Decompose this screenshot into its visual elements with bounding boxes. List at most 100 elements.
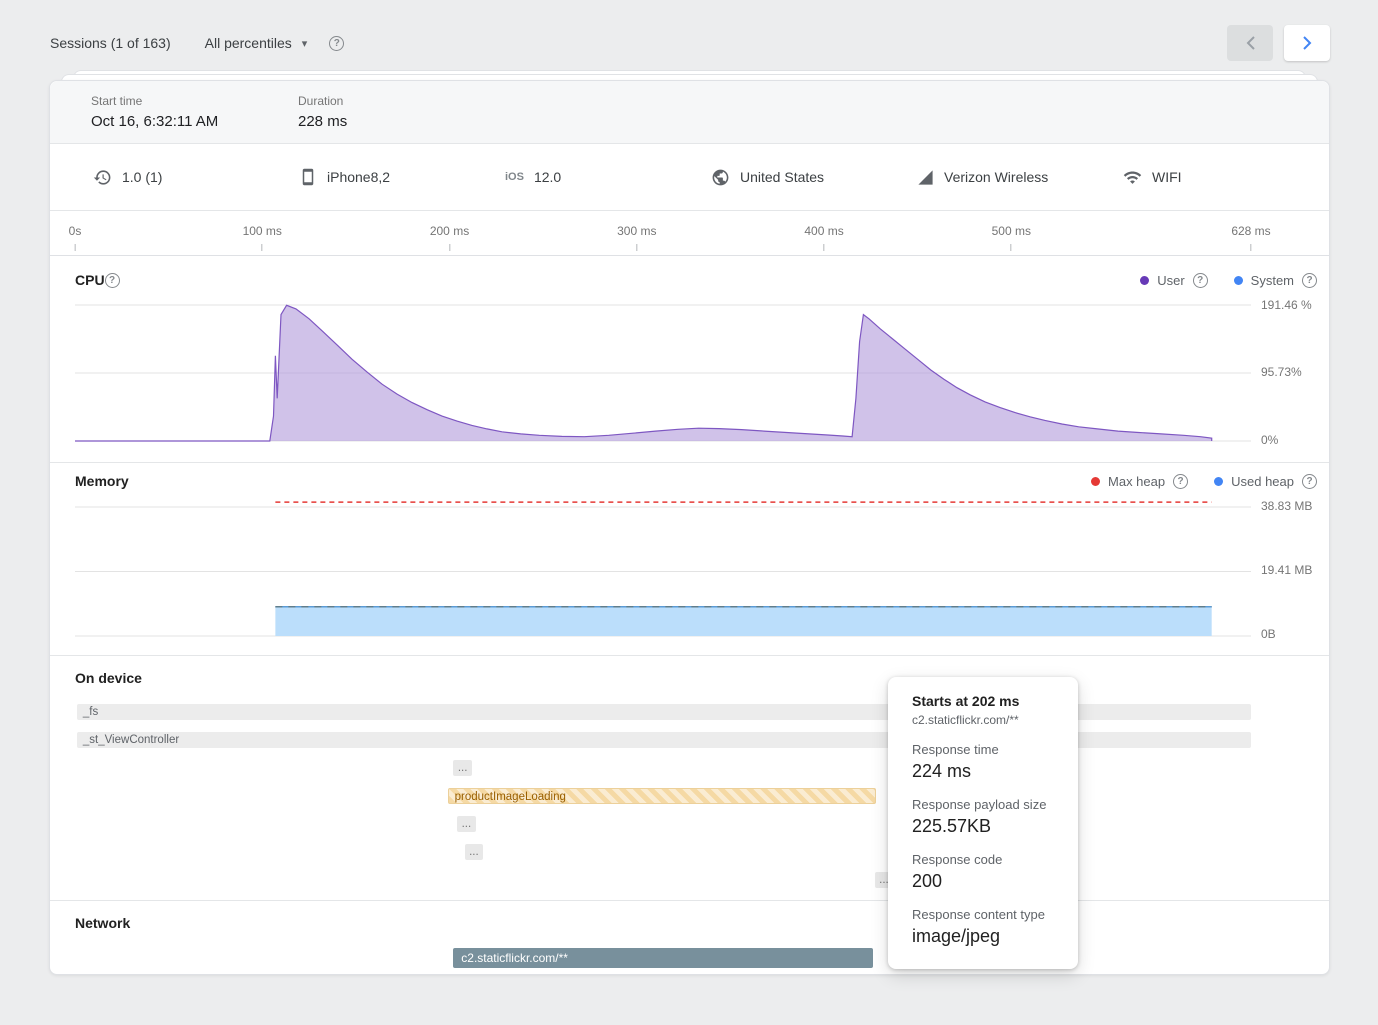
- cpu-section: CPU ? User ? System ? 191.46 % 95.73% 0%: [50, 256, 1329, 463]
- device-meta-row: 1.0 (1) iPhone8,2 iOS 12.0 United States…: [50, 144, 1329, 211]
- collapsed-span[interactable]: ...: [465, 844, 484, 860]
- tooltip-field-value: 225.57KB: [912, 816, 1054, 837]
- timeline-ruler: 0s 100 ms 200 ms 300 ms 400 ms 500 ms 62…: [50, 211, 1329, 256]
- network-title: Network: [75, 915, 130, 931]
- memory-chart-area: 38.83 MB 19.41 MB 0B: [75, 490, 1251, 638]
- memory-y-axis-label: 19.41 MB: [1261, 563, 1317, 579]
- tooltip-field-label: Response code: [912, 852, 1054, 867]
- network-request-bar[interactable]: c2.staticflickr.com/**: [453, 948, 872, 968]
- start-time-value: Oct 16, 6:32:11 AM: [91, 113, 298, 130]
- tooltip-field-label: Response content type: [912, 907, 1054, 922]
- device-label: iPhone8,2: [327, 169, 390, 185]
- cpu-chart[interactable]: [75, 300, 1251, 443]
- legend-item-user: User ?: [1140, 273, 1207, 288]
- memory-section-head: Memory Max heap ? Used heap ?: [50, 463, 1329, 489]
- timeline-tick: 200 ms: [430, 224, 469, 251]
- timeline-tick: 100 ms: [243, 224, 282, 251]
- legend-item-used-heap: Used heap ?: [1214, 474, 1317, 489]
- app-version-label: 1.0 (1): [122, 169, 162, 185]
- collapsed-span[interactable]: ...: [457, 816, 476, 832]
- start-time-field: Start time Oct 16, 6:32:11 AM: [91, 94, 298, 143]
- legend-dot: [1234, 276, 1243, 285]
- sessions-count-label: Sessions (1 of 163): [50, 35, 171, 51]
- cellular-icon: [917, 169, 934, 186]
- timeline-track: 0s 100 ms 200 ms 300 ms 400 ms 500 ms 62…: [75, 211, 1251, 255]
- caret-down-icon: ▾: [302, 37, 308, 50]
- legend-item-system: System ?: [1234, 273, 1317, 288]
- start-time-label: Start time: [91, 94, 298, 108]
- os-icon: iOS: [505, 171, 524, 183]
- collapsed-span-label: ...: [458, 762, 468, 774]
- topbar: Sessions (1 of 163) All percentiles ▾ ?: [50, 23, 1330, 63]
- on-device-section: On device _fs _st_ViewController ... pro…: [50, 656, 1329, 901]
- help-icon[interactable]: ?: [1193, 273, 1208, 288]
- trace-bar-label: _fs: [83, 706, 98, 718]
- percentiles-dropdown[interactable]: All percentiles ▾: [205, 35, 308, 51]
- carrier-label: Verizon Wireless: [944, 169, 1048, 185]
- timeline-tick: 300 ms: [617, 224, 656, 251]
- globe-icon: [711, 168, 730, 187]
- legend-dot: [1140, 276, 1149, 285]
- help-icon[interactable]: ?: [1173, 474, 1188, 489]
- timeline-tick: 400 ms: [804, 224, 843, 251]
- session-nav: [1227, 25, 1330, 61]
- os-version-label: 12.0: [534, 169, 561, 185]
- legend-label: Max heap: [1108, 474, 1165, 489]
- legend-label: Used heap: [1231, 474, 1294, 489]
- session-card: Start time Oct 16, 6:32:11 AM Duration 2…: [49, 80, 1330, 975]
- cpu-section-head: CPU ? User ? System ?: [50, 256, 1329, 288]
- timeline-tick: 0s: [69, 224, 82, 251]
- device-icon: [299, 168, 317, 186]
- tooltip-title: Starts at 202 ms: [912, 693, 1054, 709]
- product-image-loading-span[interactable]: productImageLoading: [448, 788, 877, 804]
- meta-item-app-version: 1.0 (1): [93, 168, 299, 187]
- radio-label: WIFI: [1152, 169, 1182, 185]
- help-icon[interactable]: ?: [329, 36, 344, 51]
- legend-item-max-heap: Max heap ?: [1091, 474, 1188, 489]
- duration-label: Duration: [298, 94, 505, 108]
- legend-label: User: [1157, 273, 1184, 288]
- legend-dot: [1214, 477, 1223, 486]
- network-request-label: c2.staticflickr.com/**: [461, 951, 568, 965]
- memory-chart[interactable]: [75, 490, 1251, 638]
- cpu-title: CPU: [75, 272, 105, 288]
- cpu-y-axis-label: 0%: [1261, 433, 1317, 449]
- wifi-icon: [1123, 168, 1142, 187]
- memory-legend: Max heap ? Used heap ?: [1091, 474, 1317, 489]
- tooltip-field-value: 224 ms: [912, 761, 1054, 782]
- tooltip-field-label: Response time: [912, 742, 1054, 757]
- prev-session-button[interactable]: [1227, 25, 1273, 61]
- network-section-head: Network: [50, 901, 1329, 931]
- cpu-y-axis-label: 191.46 %: [1261, 298, 1317, 314]
- meta-item-country: United States: [711, 168, 917, 187]
- chevron-right-icon: [1303, 36, 1312, 50]
- cpu-y-axis-label: 95.73%: [1261, 365, 1317, 381]
- duration-value: 228 ms: [298, 113, 505, 130]
- country-label: United States: [740, 169, 824, 185]
- request-tooltip: Starts at 202 ms c2.staticflickr.com/** …: [888, 677, 1078, 969]
- tooltip-field-label: Response payload size: [912, 797, 1054, 812]
- on-device-title: On device: [75, 670, 142, 686]
- collapsed-span-label: ...: [469, 846, 479, 858]
- meta-item-device: iPhone8,2: [299, 168, 505, 186]
- tooltip-field-value: 200: [912, 871, 1054, 892]
- cpu-legend: User ? System ?: [1140, 273, 1317, 288]
- legend-dot: [1091, 477, 1100, 486]
- collapsed-span[interactable]: ...: [453, 760, 472, 776]
- memory-y-axis-label: 38.83 MB: [1261, 499, 1317, 515]
- next-session-button[interactable]: [1284, 25, 1330, 61]
- percentiles-dropdown-label: All percentiles: [205, 35, 292, 51]
- help-icon[interactable]: ?: [105, 273, 120, 288]
- chevron-left-icon: [1246, 36, 1255, 50]
- on-device-section-head: On device: [50, 656, 1329, 686]
- trace-bar-label: productImageLoading: [455, 791, 566, 803]
- help-icon[interactable]: ?: [1302, 273, 1317, 288]
- app-version-icon: [93, 168, 112, 187]
- memory-title: Memory: [75, 473, 129, 489]
- network-section: Network c2.staticflickr.com/**: [50, 901, 1329, 976]
- help-icon[interactable]: ?: [1302, 474, 1317, 489]
- meta-item-os: iOS 12.0: [505, 169, 711, 185]
- memory-section: Memory Max heap ? Used heap ? 38.83 MB 1…: [50, 463, 1329, 656]
- legend-label: System: [1251, 273, 1294, 288]
- meta-item-carrier: Verizon Wireless: [917, 169, 1123, 186]
